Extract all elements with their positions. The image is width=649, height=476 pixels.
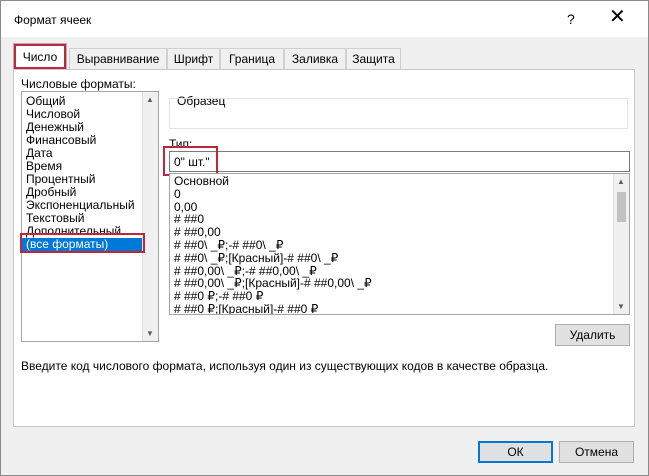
format-item[interactable]: # ##0 ₽;[Красный]-# ##0 ₽ <box>170 303 629 314</box>
scroll-thumb[interactable] <box>617 192 626 222</box>
help-button[interactable]: ? <box>567 11 575 27</box>
tab-font[interactable]: Шрифт <box>167 48 220 69</box>
format-item[interactable]: # ##0\ _₽;-# ##0\ _₽ <box>170 239 629 252</box>
format-item[interactable]: Основной <box>170 175 629 188</box>
format-cells-dialog: Формат ячеек ? ✕ Число Выравнивание Шриф… <box>0 0 649 476</box>
tab-protection[interactable]: Защита <box>346 48 401 69</box>
dialog-title: Формат ячеек <box>14 13 92 27</box>
title-bar: Формат ячеек ? ✕ <box>1 1 648 37</box>
scroll-down-icon[interactable]: ▼ <box>617 302 625 311</box>
formats-scrollbar[interactable]: ▲ ▼ <box>613 174 629 314</box>
scroll-down-icon[interactable]: ▼ <box>146 329 154 338</box>
scroll-up-icon[interactable]: ▲ <box>146 95 154 104</box>
tab-number[interactable]: Число <box>13 43 67 70</box>
categories-scrollbar[interactable]: ▲ ▼ <box>142 92 158 341</box>
format-item[interactable]: 0,00 <box>170 200 629 214</box>
tab-fill[interactable]: Заливка <box>284 48 346 69</box>
format-item[interactable]: 0 <box>170 187 629 201</box>
categories-list[interactable]: Общий Числовой Денежный Финансовый Дата … <box>21 91 159 342</box>
format-item[interactable]: # ##0\ _₽;[Красный]-# ##0\ _₽ <box>170 251 629 265</box>
type-input-highlight <box>163 146 218 176</box>
close-button[interactable]: ✕ <box>609 7 626 27</box>
tab-alignment[interactable]: Выравнивание <box>69 48 167 69</box>
scroll-up-icon[interactable]: ▲ <box>617 177 625 186</box>
format-codes-list[interactable]: Основной 0 0,00 # ##0 # ##0,00 # ##0\ _₽… <box>169 173 630 315</box>
tab-border[interactable]: Граница <box>220 48 284 69</box>
sample-box <box>169 98 628 129</box>
ok-button[interactable]: ОК <box>478 441 553 463</box>
delete-button[interactable]: Удалить <box>555 324 630 346</box>
type-input[interactable] <box>169 151 630 172</box>
description-text: Введите код числового формата, используя… <box>21 359 549 373</box>
cancel-button[interactable]: Отмена <box>559 441 634 463</box>
all-formats-highlight <box>20 233 145 253</box>
format-item[interactable]: # ##0 <box>170 213 629 226</box>
categories-label: Числовые форматы: <box>21 77 136 91</box>
